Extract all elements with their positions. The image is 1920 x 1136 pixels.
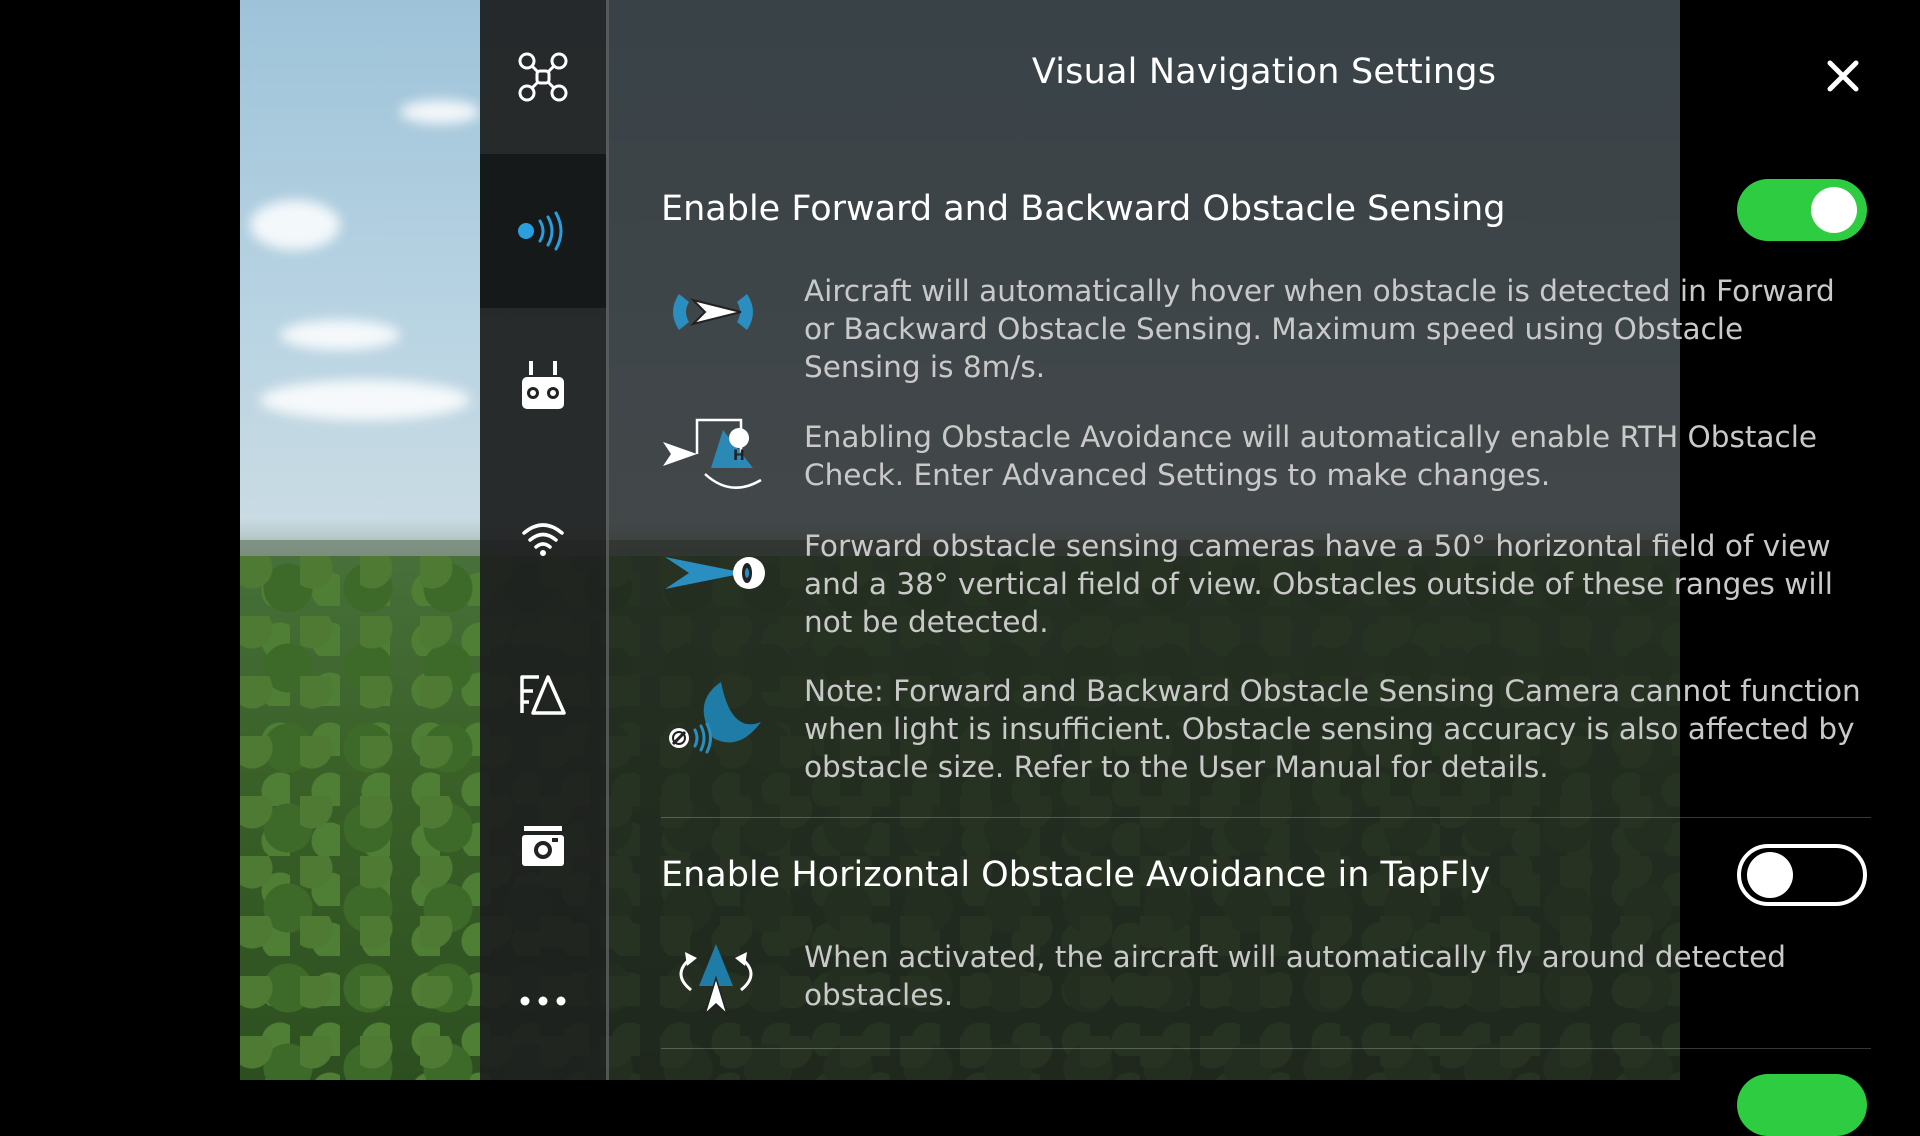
sidebar-item-camera[interactable] [480,770,606,924]
settings-sidebar [480,0,609,1080]
close-button[interactable] [1821,54,1865,98]
section-divider [661,817,1871,818]
camera-field-of-view-icon [661,527,771,617]
sidebar-item-battery[interactable] [480,616,606,770]
sidebar-item-transmission[interactable] [480,462,606,616]
note-text: Note: Forward and Backward Obstacle Sens… [804,674,1861,784]
forward-backward-sensing-toggle[interactable] [1737,179,1867,241]
settings-content: Visual Navigation Settings Enable Forwar… [609,0,1920,1136]
section-divider [661,1048,1871,1049]
more-icon [520,996,566,1006]
third-setting-toggle[interactable] [1737,1074,1867,1136]
battery-icon [520,675,566,715]
note-text: Forward obstacle sensing cameras have a … [804,529,1833,639]
svg-text:H: H [733,448,745,464]
sidebar-item-aircraft[interactable] [480,0,606,154]
rth-obstacle-check-icon: H [661,418,771,508]
fly-around-icon [661,938,771,1028]
tapfly-avoidance-label: Enable Horizontal Obstacle Avoidance in … [661,855,1491,895]
sidebar-item-obstacle-sensing[interactable] [480,154,606,308]
sidebar-item-more[interactable] [480,924,606,1078]
wifi-signal-icon [522,523,564,556]
aircraft-icon [518,52,568,102]
forward-sensing-icon [661,272,771,362]
note-text: When activated, the aircraft will automa… [804,940,1787,1012]
camera-icon [522,826,564,866]
tapfly-avoidance-toggle[interactable] [1737,844,1867,906]
low-light-icon [661,672,771,762]
obstacle-sensing-icon [518,211,563,251]
sidebar-item-remote-controller[interactable] [480,308,606,462]
close-icon [1827,60,1859,92]
note-text: Aircraft will automatically hover when o… [804,274,1835,384]
page-title: Visual Navigation Settings [1031,52,1497,92]
remote-controller-icon [522,361,564,409]
toggle-knob [1747,852,1793,898]
note-text: Enabling Obstacle Avoidance will automat… [804,420,1818,492]
forward-backward-sensing-label: Enable Forward and Backward Obstacle Sen… [661,189,1506,229]
toggle-knob [1811,187,1857,233]
